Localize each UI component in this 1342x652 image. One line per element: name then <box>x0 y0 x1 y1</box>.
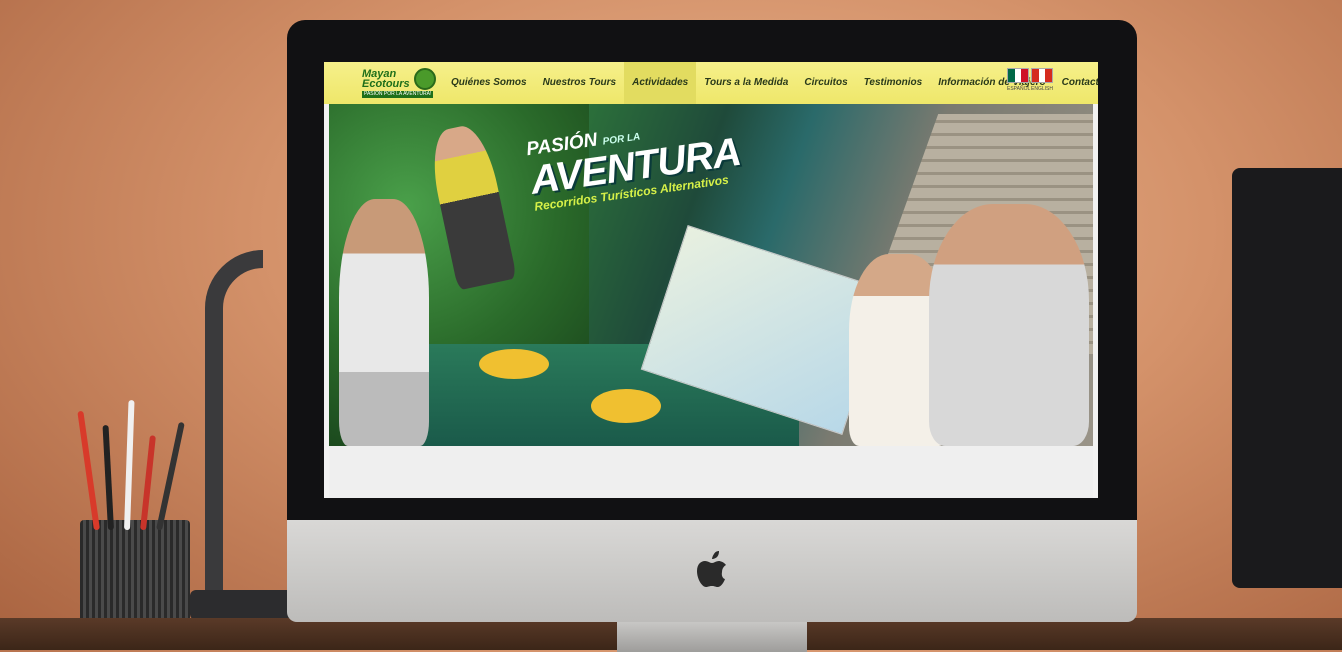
site-logo[interactable]: Mayan Ecotours PASIÓN POR LA AVENTURA! <box>362 66 436 100</box>
hero-kayaker-1 <box>479 349 549 379</box>
nav-item-circuitos[interactable]: Circuitos <box>796 62 855 104</box>
hero-man-traveler <box>929 204 1089 446</box>
logo-line-2: Ecotours <box>362 78 410 90</box>
nav-item-contacto[interactable]: Contacto <box>1054 62 1098 104</box>
apple-icon <box>689 550 733 594</box>
language-switcher: ESPAÑOL ENGLISH <box>1007 68 1053 92</box>
main-nav: Quiénes Somos Nuestros Tours Actividades To… <box>443 62 1098 104</box>
gecko-icon <box>414 68 436 90</box>
language-label: ENGLISH <box>1031 86 1053 92</box>
content-area <box>329 446 1093 498</box>
nav-item-nuestros-tours[interactable]: Nuestros Tours <box>535 62 625 104</box>
hero-banner: PASIÓN POR LA AVENTURA Recorridos Turíst… <box>329 104 1093 446</box>
site-navbar: Mayan Ecotours PASIÓN POR LA AVENTURA! Q… <box>324 62 1098 104</box>
language-label: ESPAÑOL <box>1007 86 1031 92</box>
nav-item-qui-nes-somos[interactable]: Quiénes Somos <box>443 62 535 104</box>
screen: Mayan Ecotours PASIÓN POR LA AVENTURA! Q… <box>324 62 1098 498</box>
imac-stand <box>617 622 807 652</box>
flag-icon <box>1031 68 1053 83</box>
nav-item-actividades[interactable]: Actividades <box>624 62 697 104</box>
nav-item-tours-a-la-medida[interactable]: Tours a la Medida <box>696 62 796 104</box>
second-monitor <box>1232 168 1342 588</box>
apple-icon-glyph <box>697 551 726 587</box>
language-español[interactable]: ESPAÑOL <box>1007 68 1031 92</box>
language-english[interactable]: ENGLISH <box>1031 68 1053 92</box>
logo-tagline: PASIÓN POR LA AVENTURA! <box>362 91 434 98</box>
flag-icon <box>1007 68 1029 83</box>
hero-hiker-man <box>339 199 429 446</box>
desk-lamp <box>205 250 263 628</box>
imac: Mayan Ecotours PASIÓN POR LA AVENTURA! Q… <box>287 20 1137 652</box>
nav-item-testimonios[interactable]: Testimonios <box>856 62 931 104</box>
hero-kayaker-2 <box>591 389 661 423</box>
